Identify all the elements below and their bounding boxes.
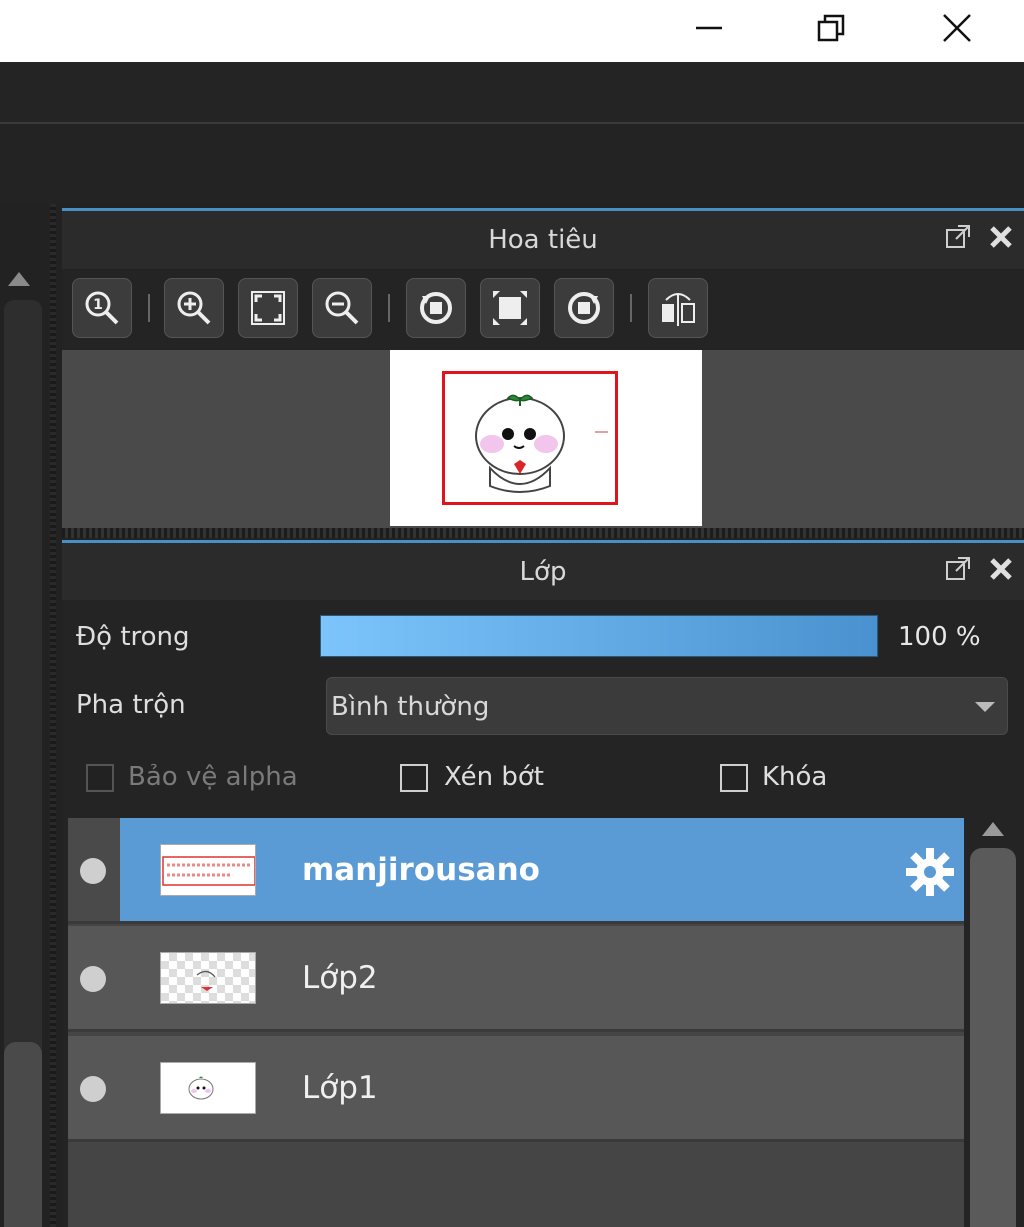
- clipping-checkbox[interactable]: [400, 764, 428, 792]
- navigator-preview[interactable]: [62, 350, 1024, 528]
- popout-icon[interactable]: [944, 223, 972, 251]
- zoom-actual-icon: 1: [85, 291, 119, 325]
- zoom-actual-button[interactable]: 1: [72, 278, 132, 338]
- reset-view-icon: [493, 291, 527, 325]
- layer-thumbnail: [160, 844, 256, 896]
- layer-panel-title: Lớp: [519, 557, 567, 587]
- layer-row-manjirousano[interactable]: manjirousano: [68, 818, 964, 924]
- navigator-panel-header: Hoa tiêu: [62, 208, 1024, 269]
- navigator-title: Hoa tiêu: [488, 225, 598, 255]
- protect-alpha-checkbox[interactable]: [86, 764, 114, 792]
- rotate-left-icon: [420, 292, 452, 324]
- layer-thumbnail: [160, 1062, 256, 1114]
- visibility-toggle-icon[interactable]: [80, 1076, 106, 1102]
- flip-horizontal-button[interactable]: [648, 278, 708, 338]
- opacity-value: 100 %: [898, 622, 981, 652]
- layer-list: manjirousano Lớp2 Lớp1: [68, 818, 964, 1227]
- panel-splitter[interactable]: [62, 528, 1024, 538]
- minimize-button[interactable]: [678, 0, 740, 56]
- flip-horizontal-icon: [662, 293, 695, 326]
- close-panel-icon[interactable]: [988, 224, 1014, 250]
- lock-label: Khóa: [762, 762, 828, 792]
- visibility-toggle-icon[interactable]: [80, 966, 106, 992]
- fit-screen-icon: [251, 291, 285, 325]
- toolbar-area: [0, 124, 1024, 204]
- panel-splitter[interactable]: [50, 204, 56, 1227]
- left-scrollbar-thumb[interactable]: [4, 1042, 42, 1227]
- blend-mode-label: Pha trộn: [76, 690, 186, 720]
- scrollbar-thumb[interactable]: [970, 848, 1016, 1227]
- toolbar-separator: [388, 294, 390, 322]
- menu-bar: [0, 62, 1024, 124]
- visibility-toggle-icon[interactable]: [80, 858, 106, 884]
- viewport-indicator[interactable]: [442, 371, 618, 505]
- protect-alpha-label: Bảo vệ alpha: [128, 762, 298, 792]
- rotate-right-icon: [568, 292, 600, 324]
- window-titlebar: [0, 0, 1024, 62]
- layer-row-lop2[interactable]: Lớp2: [68, 926, 964, 1032]
- svg-text:1: 1: [93, 297, 103, 313]
- gear-icon[interactable]: [904, 846, 956, 898]
- zoom-in-icon: [177, 291, 211, 325]
- sketch-thumbnail-icon: [196, 970, 216, 991]
- blend-mode-select[interactable]: Bình thường: [326, 677, 1008, 735]
- minimize-icon: [696, 26, 722, 30]
- close-icon: [943, 14, 971, 42]
- restore-icon: [817, 14, 845, 42]
- zoom-out-icon: [325, 291, 359, 325]
- zoom-in-button[interactable]: [164, 278, 224, 338]
- opacity-slider[interactable]: [320, 615, 878, 657]
- layer-row-lop1[interactable]: Lớp1: [68, 1036, 964, 1142]
- layer-name: Lớp1: [302, 1070, 378, 1106]
- clipping-label: Xén bớt: [444, 762, 544, 792]
- layer-thumbnail: [160, 952, 256, 1004]
- toolbar-separator: [148, 294, 150, 322]
- scroll-up-icon[interactable]: [982, 822, 1004, 836]
- layer-name: Lớp2: [302, 960, 378, 996]
- opacity-label: Độ trong: [76, 622, 190, 652]
- lock-checkbox[interactable]: [720, 764, 748, 792]
- layer-list-scrollbar[interactable]: [966, 818, 1024, 1227]
- reset-view-button[interactable]: [480, 278, 540, 338]
- toolbar-separator: [630, 294, 632, 322]
- close-panel-icon[interactable]: [988, 556, 1014, 582]
- navigator-toolbar: 1: [62, 270, 1024, 350]
- text-thumbnail-icon: [162, 856, 255, 886]
- canvas-thumbnail: [390, 350, 702, 526]
- blend-mode-value: Bình thường: [331, 692, 490, 722]
- scroll-up-icon[interactable]: [8, 272, 30, 286]
- layer-name: manjirousano: [302, 852, 540, 888]
- character-thumbnail-icon: [188, 1076, 214, 1100]
- popout-icon[interactable]: [944, 555, 972, 583]
- close-window-button[interactable]: [926, 0, 988, 56]
- zoom-out-button[interactable]: [312, 278, 372, 338]
- restore-button[interactable]: [800, 0, 862, 56]
- fit-screen-button[interactable]: [238, 278, 298, 338]
- rotate-left-button[interactable]: [406, 278, 466, 338]
- chevron-down-icon: [975, 702, 995, 712]
- layer-panel-header: Lớp: [62, 540, 1024, 601]
- rotate-right-button[interactable]: [554, 278, 614, 338]
